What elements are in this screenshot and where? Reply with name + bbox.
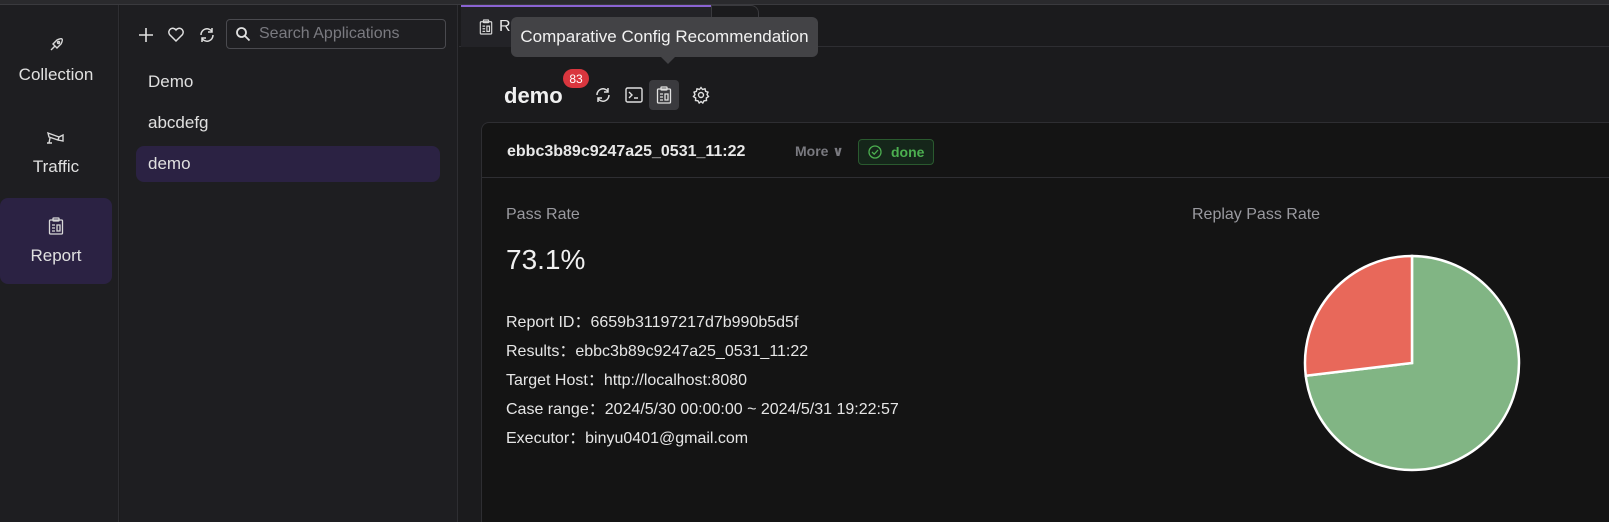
app-title: demo bbox=[504, 83, 563, 108]
chevron-down-icon: ∨ bbox=[832, 143, 844, 159]
pass-rate-label: Pass Rate bbox=[506, 206, 580, 223]
gear-icon[interactable] bbox=[686, 80, 716, 110]
report-card-header: ebbc3b89c9247a25_0531_11:22 More ∨ done bbox=[482, 123, 1609, 178]
case-range-line: Case range：2024/5/30 00:00:00 ~ 2024/5/3… bbox=[506, 401, 899, 418]
replay-pass-rate-label: Replay Pass Rate bbox=[1192, 206, 1321, 223]
app-item-demo[interactable]: Demo bbox=[136, 64, 440, 100]
nav-item-traffic[interactable]: Traffic bbox=[0, 109, 112, 195]
search-input[interactable] bbox=[259, 25, 439, 43]
nav-label-report: Report bbox=[30, 246, 82, 265]
refresh-icon[interactable] bbox=[197, 25, 217, 45]
app-item-abcdefg[interactable]: abcdefg bbox=[136, 105, 440, 141]
pass-rate-value: 73.1% bbox=[506, 244, 586, 275]
count-badge: 83 bbox=[563, 69, 589, 88]
target-host-line: Target Host：http://localhost:8080 bbox=[506, 372, 748, 389]
terminal-icon[interactable] bbox=[619, 80, 649, 110]
report-id-line: Report ID：6659b31197217d7b990b5d5f bbox=[506, 314, 799, 331]
report-tab-icon bbox=[479, 19, 493, 35]
pie-chart-svg bbox=[1303, 254, 1521, 472]
app-item-demo-selected[interactable]: demo bbox=[136, 146, 440, 182]
main-content: R Comparative Config Recommendation demo… bbox=[459, 5, 1609, 522]
report-icon bbox=[46, 216, 66, 236]
record-id: ebbc3b89c9247a25_0531_11:22 bbox=[507, 143, 746, 160]
tab-label: R bbox=[499, 18, 511, 35]
status-text: done bbox=[891, 144, 925, 160]
config-recommendation-icon[interactable] bbox=[649, 80, 679, 110]
tooltip: Comparative Config Recommendation bbox=[511, 17, 818, 57]
tooltip-arrow bbox=[661, 57, 675, 64]
camera-icon bbox=[46, 127, 66, 147]
pie-slice-fail[interactable] bbox=[1303, 254, 1414, 378]
search-box bbox=[226, 19, 446, 49]
refresh-report-icon[interactable] bbox=[588, 80, 618, 110]
heart-icon[interactable] bbox=[166, 25, 186, 45]
nav-item-report[interactable]: Report bbox=[0, 198, 112, 284]
check-circle-icon bbox=[868, 145, 882, 159]
left-nav: Collection Traffic Report bbox=[0, 5, 119, 522]
more-label: More bbox=[795, 143, 829, 159]
report-card: ebbc3b89c9247a25_0531_11:22 More ∨ done … bbox=[481, 122, 1609, 522]
replay-pass-rate-chart bbox=[1302, 253, 1522, 473]
application-list-panel: Demo abcdefg demo bbox=[120, 5, 458, 522]
add-icon[interactable] bbox=[136, 25, 156, 45]
status-badge: done bbox=[858, 139, 935, 165]
nav-item-collection[interactable]: Collection bbox=[0, 17, 112, 103]
nav-label-collection: Collection bbox=[18, 65, 94, 84]
executor-line: Executor：binyu0401@gmail.com bbox=[506, 430, 749, 447]
nav-label-traffic: Traffic bbox=[32, 157, 80, 176]
search-icon bbox=[235, 26, 251, 42]
more-dropdown[interactable]: More ∨ bbox=[795, 143, 844, 160]
results-line: Results：ebbc3b89c9247a25_0531_11:22 bbox=[506, 343, 809, 360]
rocket-icon bbox=[46, 35, 66, 55]
